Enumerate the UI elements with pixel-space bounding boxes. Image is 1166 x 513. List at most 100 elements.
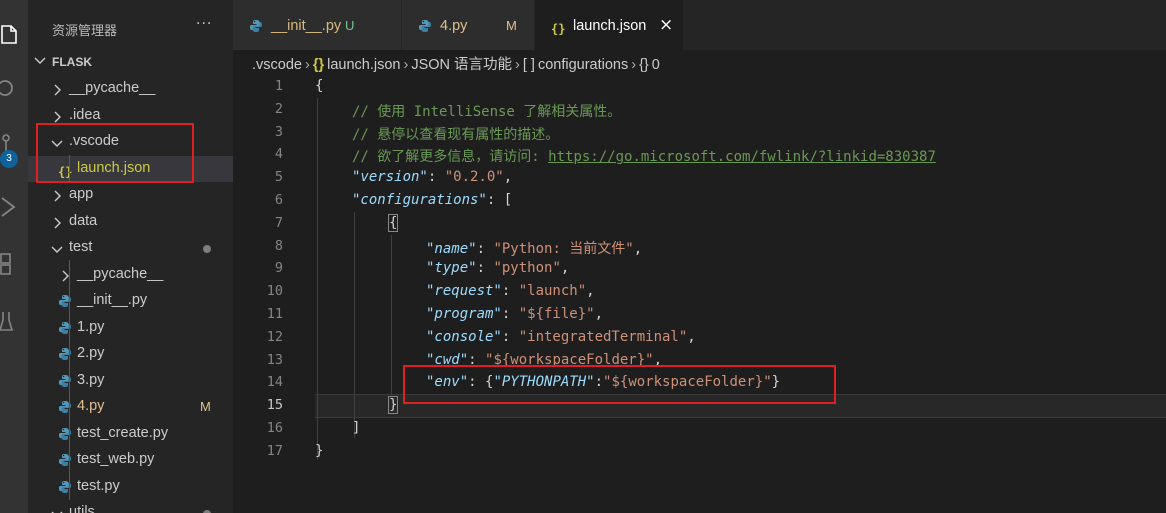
line-number: 5: [274, 169, 283, 186]
json-file-icon: {}: [551, 22, 566, 36]
code-line[interactable]: "version": "0.2.0",: [352, 169, 512, 185]
code-line[interactable]: {: [315, 78, 323, 94]
line-number: 10: [266, 283, 283, 300]
tree-folder[interactable]: utils: [28, 500, 233, 513]
indent-guide: [317, 98, 318, 460]
chevron-right-icon: ›: [515, 57, 520, 73]
code-line[interactable]: {: [387, 213, 399, 232]
git-status-badge: M: [506, 18, 517, 33]
tree-item-label: __pycache__: [69, 80, 156, 96]
run-debug-icon[interactable]: [0, 192, 28, 222]
tab-4py[interactable]: 4.py M: [402, 0, 535, 50]
indent-guide: [69, 260, 70, 500]
line-number: 3: [274, 123, 283, 140]
code-token: "Python: 当前文件": [493, 240, 634, 257]
line-number: 8: [274, 237, 283, 254]
code-line[interactable]: // 欲了解更多信息，请访问: https://go.microsoft.com…: [352, 146, 936, 166]
code-line[interactable]: "program": "${file}",: [426, 306, 603, 322]
code-token: ,: [503, 169, 513, 186]
tree-item-label: 1.py: [77, 318, 105, 335]
tree-file[interactable]: __init__.py: [28, 288, 233, 315]
object-icon: {}: [639, 57, 649, 73]
breadcrumb-file[interactable]: launch.json: [327, 57, 400, 73]
code-line[interactable]: "console": "integratedTerminal",: [426, 329, 696, 345]
more-actions-button[interactable]: ···: [196, 16, 212, 32]
chevron-right-icon: [50, 188, 64, 207]
tree-file[interactable]: test.py: [28, 474, 233, 501]
code-line[interactable]: }: [387, 396, 399, 415]
extensions-icon[interactable]: [0, 248, 28, 278]
workspace-name: FLASK: [52, 55, 92, 69]
tree-item-label: 4.py: [77, 398, 105, 414]
code-token: }: [315, 442, 324, 459]
explorer-header: 资源管理器 ···: [28, 0, 233, 50]
code-line[interactable]: ]: [352, 420, 360, 436]
search-icon[interactable]: [0, 75, 28, 105]
breadcrumb-object-index[interactable]: 0: [652, 57, 660, 73]
line-number: 2: [274, 100, 283, 117]
tree-folder[interactable]: __pycache__: [28, 262, 233, 289]
tab-initpy[interactable]: __init__.py U: [233, 0, 402, 50]
code-token: ,: [594, 306, 604, 322]
code-line[interactable]: // 使用 IntelliSense 了解相关属性。: [352, 101, 621, 121]
tree-folder[interactable]: __pycache__: [28, 76, 233, 103]
indent-guide: [391, 235, 392, 395]
line-number: 17: [266, 442, 283, 459]
tab-label: launch.json: [573, 18, 647, 34]
chevron-right-icon: ›: [304, 57, 310, 73]
tree-file[interactable]: 4.py M: [28, 394, 233, 421]
modified-dot-icon: [203, 245, 211, 253]
code-token: ,: [633, 240, 643, 257]
code-token: "console": [426, 328, 502, 345]
code-line[interactable]: "configurations": [: [352, 192, 512, 208]
code-token: :: [501, 283, 519, 300]
code-line[interactable]: "type": "python",: [426, 260, 569, 276]
code-line[interactable]: "request": "launch",: [426, 283, 595, 299]
python-file-icon: [249, 18, 263, 37]
tree-file[interactable]: 2.py: [28, 341, 233, 368]
chevron-down-icon: [50, 241, 64, 260]
breadcrumb-folder[interactable]: .vscode: [252, 57, 302, 73]
activity-bar: 3: [0, 0, 28, 513]
tree-folder[interactable]: test: [28, 235, 233, 262]
tree-file[interactable]: test_web.py: [28, 447, 233, 474]
chevron-right-icon: ›: [403, 57, 409, 73]
editor-tabs: __init__.py U 4.py M {} launch.json ×: [233, 0, 1166, 50]
code-token: // 欲了解更多信息，请访问:: [352, 149, 549, 166]
chevron-right-icon: [50, 82, 64, 101]
code-token: }: [387, 396, 399, 415]
tree-file[interactable]: test_create.py: [28, 421, 233, 448]
code-editor[interactable]: 1 {2 // 使用 IntelliSense 了解相关属性。 3 // 悬停以查看现有…: [233, 76, 1166, 513]
tree-file[interactable]: 1.py: [28, 315, 233, 342]
tree-folder[interactable]: data: [28, 209, 233, 236]
code-token: "name": [426, 240, 477, 257]
code-token: : [: [486, 192, 513, 208]
breadcrumb-schema[interactable]: JSON 语言功能: [411, 53, 512, 74]
code-token: :: [501, 328, 519, 345]
tree-file[interactable]: 3.py: [28, 368, 233, 395]
line-number: 1: [274, 78, 283, 94]
code-token: "integratedTerminal": [518, 328, 688, 345]
tree-item-label: data: [69, 212, 98, 229]
code-token: "python": [493, 260, 561, 277]
breadcrumb-configurations[interactable]: configurations: [538, 57, 628, 73]
code-line[interactable]: // 悬停以查看现有属性的描述。: [352, 124, 559, 144]
git-status-badge: U: [345, 18, 355, 33]
chevron-down-icon: [33, 52, 47, 72]
code-token: :: [501, 306, 519, 322]
tree-folder[interactable]: app: [28, 182, 233, 209]
workspace-section-header[interactable]: FLASK: [28, 50, 233, 74]
code-token: :: [427, 169, 445, 186]
files-icon[interactable]: [0, 20, 28, 50]
code-token: ]: [352, 420, 361, 436]
code-line[interactable]: }: [315, 443, 323, 459]
code-token[interactable]: https://go.microsoft.com/fwlink/?linkid=…: [548, 149, 936, 165]
close-tab-button[interactable]: ×: [659, 15, 673, 35]
code-line[interactable]: "name": "Python: 当前文件",: [426, 238, 642, 258]
tab-launchjson[interactable]: {} launch.json ×: [535, 0, 684, 50]
code-token: ,: [586, 283, 595, 300]
code-token: ,: [560, 260, 570, 277]
testing-icon[interactable]: [0, 308, 28, 338]
indent-guide: [354, 212, 355, 438]
chevron-right-icon: [50, 215, 64, 234]
